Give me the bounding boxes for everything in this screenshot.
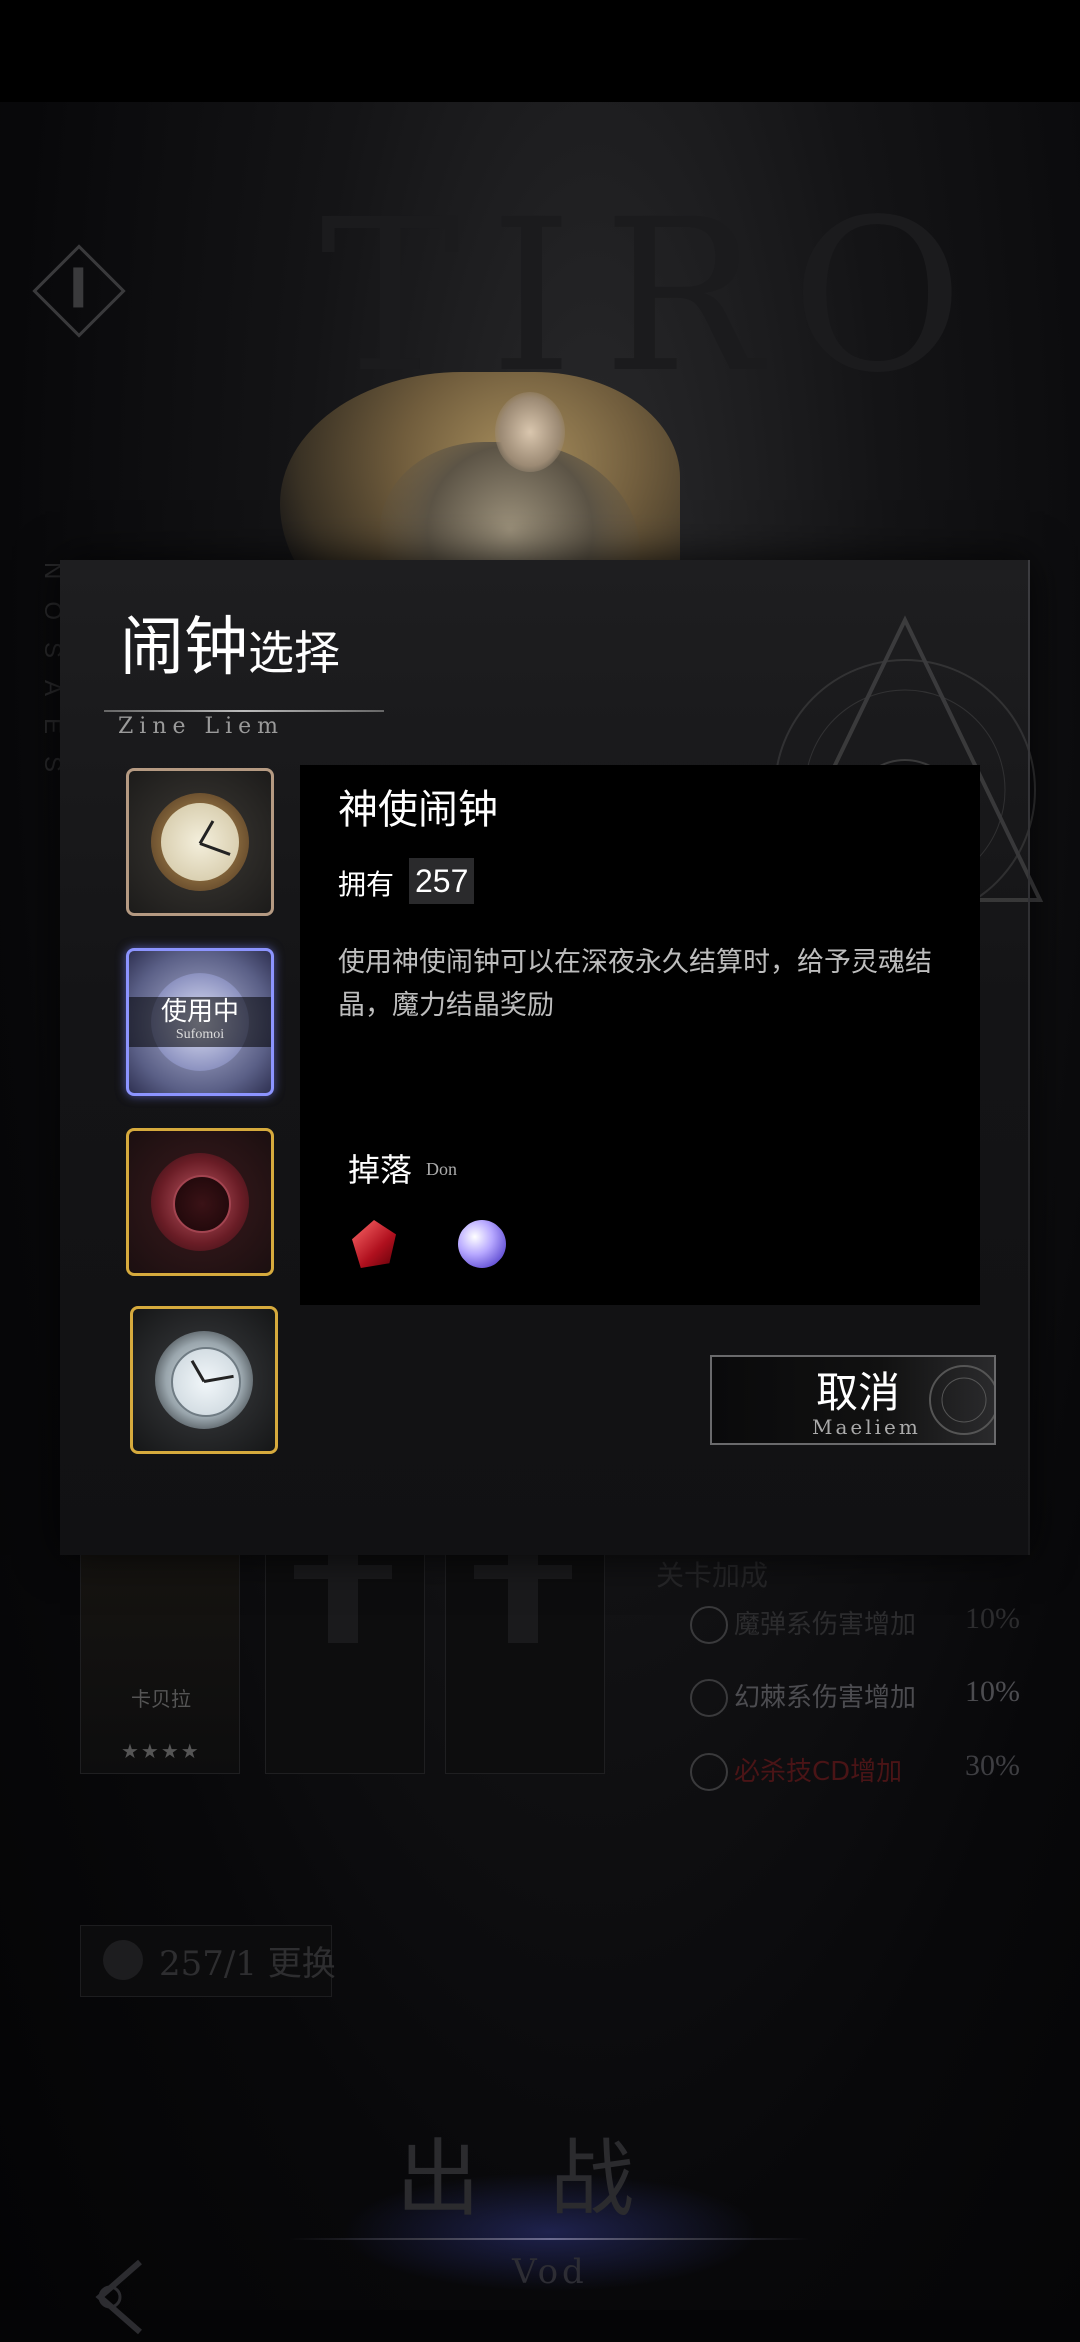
alarm-slot-3[interactable]: [126, 1128, 274, 1276]
buff-row-1: 魔弹系伤害增加 10%: [690, 1602, 1020, 1644]
cancel-button[interactable]: 取消 Maeliem: [710, 1355, 996, 1445]
sortie-button[interactable]: 出战 Vod: [280, 2112, 820, 2292]
in-use-badge: 使用中 Sufomoi: [129, 997, 271, 1047]
jeweled-watch-icon: [155, 1331, 253, 1429]
buff-row-3: 必杀技CD增加 30%: [690, 1749, 1020, 1791]
drop-sublabel: Don: [426, 1159, 457, 1179]
diamond-menu-icon[interactable]: [32, 244, 126, 338]
empty-slot-icon: [474, 1543, 572, 1643]
bullet-icon: [690, 1606, 728, 1644]
red-crystal-icon[interactable]: [352, 1220, 396, 1268]
thorn-icon: [690, 1679, 728, 1717]
empty-slot-icon: [294, 1543, 392, 1643]
top-bar: [0, 0, 1080, 102]
team-card-name: 卡贝拉: [131, 1687, 191, 1711]
alarm-detail-panel: 神使闹钟 拥有 257 使用神使闹钟可以在深夜永久结算时，给予灵魂结晶，魔力结晶…: [300, 765, 980, 1305]
dialog-title: 闹钟选择 Zine Liem: [104, 596, 384, 739]
alarm-selection-dialog: 闹钟选择 Zine Liem 使用中 Sufomoi 神使闹钟 拥有 257 使…: [60, 560, 1044, 1555]
owned-label: 拥有: [338, 868, 395, 901]
drop-label: 掉落: [348, 1151, 413, 1189]
crimson-watch-icon: [151, 1153, 249, 1251]
dialog-subtitle: Zine Liem: [118, 714, 285, 739]
alarm-slot-1[interactable]: [126, 768, 274, 916]
blue-crystal-icon[interactable]: [458, 1220, 506, 1268]
alarm-name: 神使闹钟: [338, 787, 498, 833]
gear-icon: [103, 1940, 143, 1980]
alarm-slot-2[interactable]: 使用中 Sufomoi: [126, 948, 274, 1096]
dialog-title-suffix: 选择: [248, 626, 340, 680]
owned-count: 257: [409, 858, 475, 904]
alarm-description: 使用神使闹钟可以在深夜永久结算时，给予灵魂结晶，魔力结晶奖励: [338, 947, 932, 1021]
gold-pocket-watch-icon: [151, 793, 249, 891]
swap-button[interactable]: 257/1 更换: [80, 1925, 336, 1997]
clock-icon: [690, 1753, 728, 1791]
team-card-stars: ★★★★: [121, 1739, 201, 1763]
alarm-slot-4[interactable]: [130, 1306, 278, 1454]
buff-row-2: 幻棘系伤害增加 10%: [690, 1675, 1020, 1717]
dialog-title-main: 闹钟: [120, 611, 248, 685]
stage-buff-title: 关卡加成: [656, 1559, 769, 1592]
back-arrow-icon[interactable]: [70, 2252, 160, 2342]
